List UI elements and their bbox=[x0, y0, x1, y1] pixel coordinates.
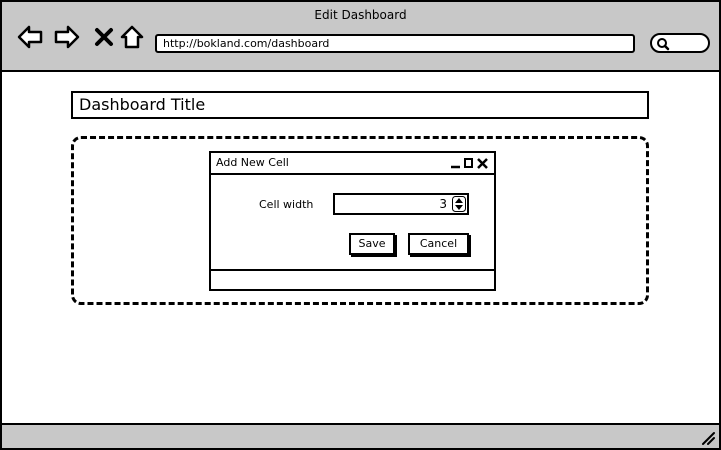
cancel-button[interactable]: Cancel bbox=[408, 233, 469, 255]
cell-width-stepper[interactable]: 3 bbox=[333, 193, 469, 215]
close-icon[interactable] bbox=[477, 156, 488, 170]
dashboard-title-field[interactable]: Dashboard Title bbox=[71, 91, 649, 119]
minimize-icon[interactable] bbox=[450, 156, 461, 170]
home-icon[interactable] bbox=[119, 24, 145, 50]
browser-window: Edit Dashboard http://bokland.com/dashbo… bbox=[0, 0, 721, 450]
save-button[interactable]: Save bbox=[349, 233, 395, 255]
resize-grip-icon[interactable] bbox=[701, 431, 715, 445]
browser-toolbar: Edit Dashboard http://bokland.com/dashbo… bbox=[2, 2, 719, 72]
cell-width-value: 3 bbox=[439, 197, 447, 211]
dialog-header: Add New Cell bbox=[211, 153, 494, 175]
dialog-title: Add New Cell bbox=[216, 156, 289, 169]
close-x-icon[interactable] bbox=[91, 24, 117, 50]
address-bar[interactable]: http://bokland.com/dashboard bbox=[155, 34, 635, 53]
back-arrow-icon[interactable] bbox=[17, 24, 43, 50]
status-bar bbox=[2, 423, 719, 448]
search-icon bbox=[657, 38, 670, 51]
dialog-body: Cell width 3 Save Cancel bbox=[211, 175, 494, 269]
search-input[interactable] bbox=[650, 33, 710, 53]
maximize-icon[interactable] bbox=[463, 156, 474, 170]
cell-width-label: Cell width bbox=[259, 198, 314, 211]
add-cell-dialog: Add New Cell Cell width 3 Save Cancel bbox=[209, 151, 496, 291]
window-title: Edit Dashboard bbox=[314, 8, 407, 22]
stepper-arrows-icon[interactable] bbox=[452, 196, 466, 212]
forward-arrow-icon[interactable] bbox=[54, 24, 80, 50]
dialog-status-bar bbox=[211, 269, 494, 289]
